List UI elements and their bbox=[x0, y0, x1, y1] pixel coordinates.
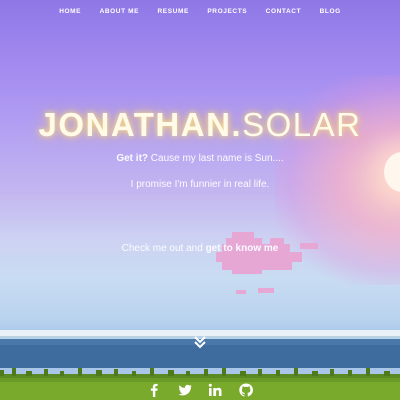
nav-item-projects[interactable]: PROJECTS bbox=[207, 6, 247, 18]
hero-title: JONATHAN.SOLAR bbox=[0, 105, 400, 145]
top-nav: HOME ABOUT ME RESUME PROJECTS CONTACT BL… bbox=[0, 0, 400, 15]
double-chevron-down-icon[interactable] bbox=[192, 334, 208, 350]
github-icon[interactable] bbox=[238, 383, 253, 397]
nav-item-resume[interactable]: RESUME bbox=[157, 6, 188, 18]
hero-title-last: SOLAR bbox=[242, 106, 362, 143]
cta-text: Check me out and bbox=[121, 243, 206, 254]
nav-item-home[interactable]: HOME bbox=[59, 6, 81, 18]
tagline-pun-bold: Get it? bbox=[116, 153, 149, 164]
nav-item-blog[interactable]: BLOG bbox=[320, 6, 341, 18]
hero-scene: HOME ABOUT ME RESUME PROJECTS CONTACT BL… bbox=[0, 0, 400, 400]
nav-item-contact[interactable]: CONTACT bbox=[266, 6, 302, 18]
nav-item-about-me[interactable]: ABOUT ME bbox=[100, 6, 139, 18]
get-to-know-me-link[interactable]: get to know me bbox=[206, 243, 279, 254]
cta-line: Check me out and get to know me bbox=[0, 242, 400, 256]
tagline-pun: Get it? Cause my last name is Sun.... bbox=[0, 152, 400, 166]
tagline-promise: I promise I'm funnier in real life. bbox=[130, 179, 270, 190]
linkedin-icon[interactable] bbox=[208, 383, 222, 397]
facebook-icon[interactable] bbox=[147, 383, 161, 397]
twitter-icon[interactable] bbox=[178, 383, 193, 397]
tagline-pun-rest: Cause my last name is Sun.... bbox=[148, 153, 284, 164]
hero-title-first: JONATHAN. bbox=[38, 106, 243, 143]
social-links bbox=[0, 381, 400, 399]
